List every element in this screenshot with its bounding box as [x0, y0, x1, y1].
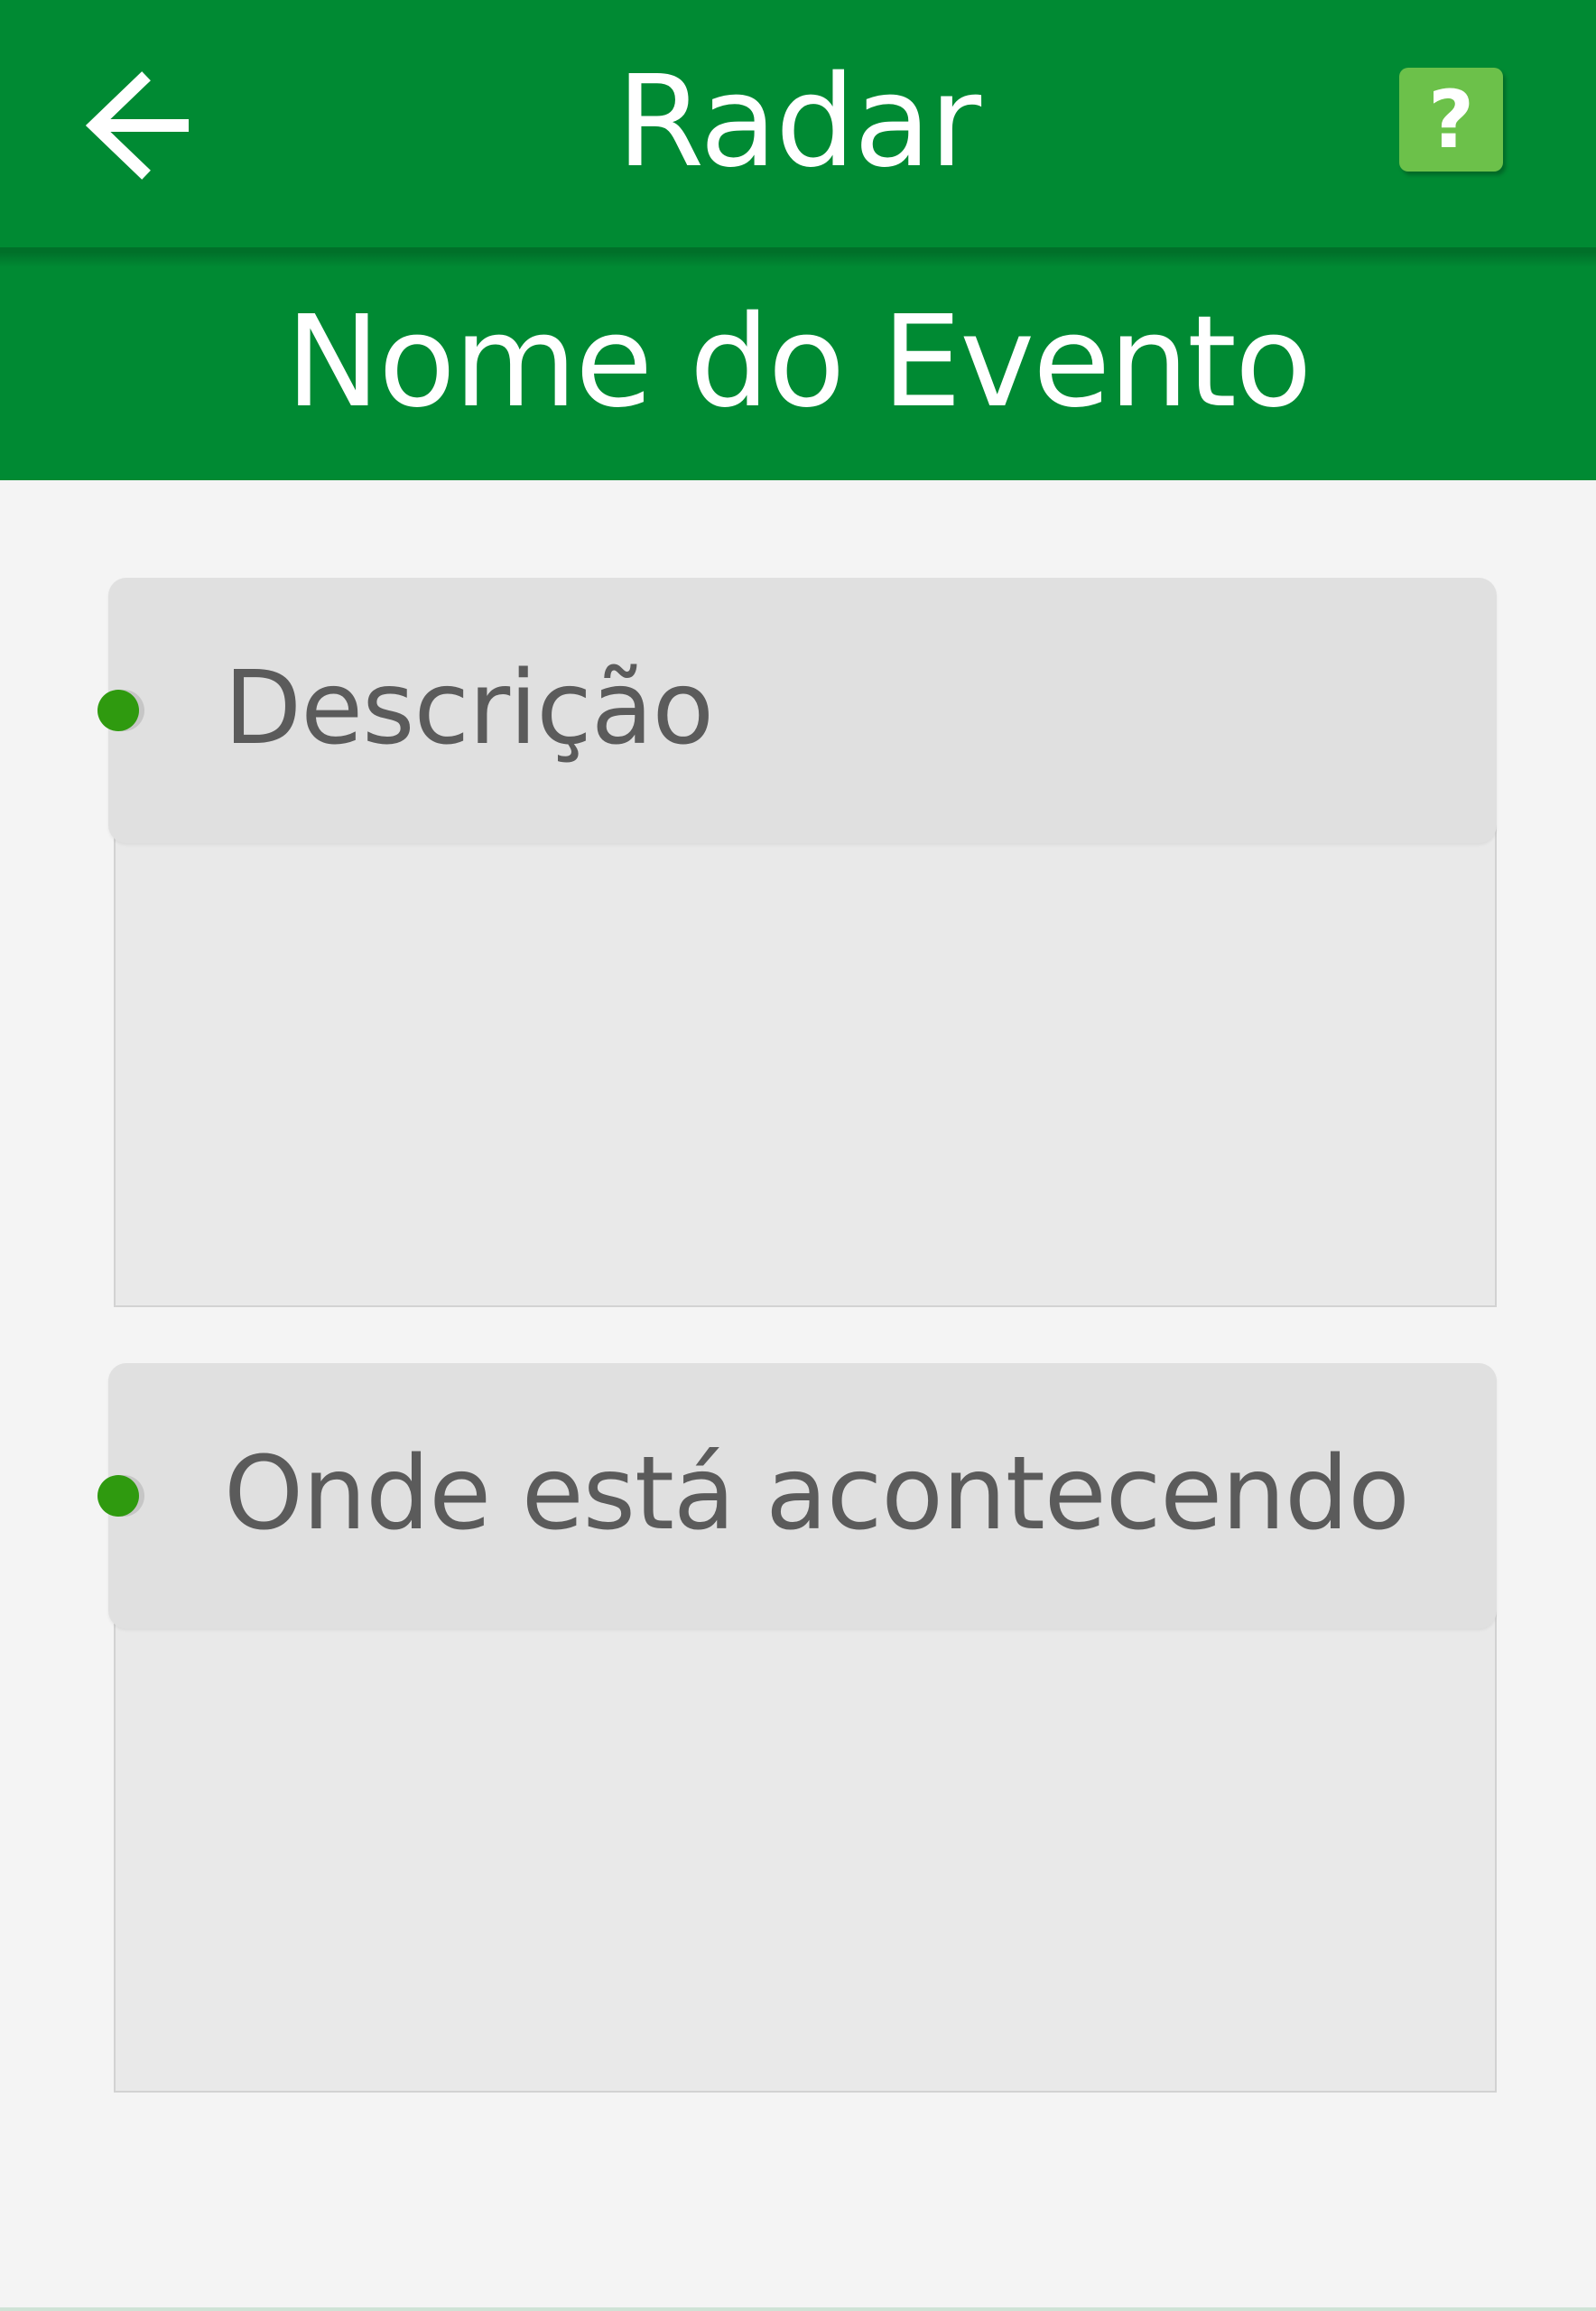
- section-label: Onde está acontecendo: [224, 1435, 1410, 1553]
- description-content[interactable]: [114, 803, 1497, 1307]
- section-label: Descrição: [224, 650, 714, 767]
- top-app-bar: Radar ?: [0, 0, 1596, 253]
- event-name: Nome do Evento: [285, 289, 1312, 436]
- location-content[interactable]: [114, 1589, 1497, 2093]
- app-title: Radar: [616, 49, 981, 196]
- bullet-dot-icon: [97, 690, 139, 731]
- event-header: Nome do Evento: [0, 267, 1596, 480]
- question-mark-icon: ?: [1427, 73, 1475, 166]
- help-button[interactable]: ?: [1399, 68, 1503, 172]
- section-header[interactable]: Onde está acontecendo: [97, 1363, 1497, 1629]
- app-screen: Radar ? Nome do Evento Descrição Onde es…: [0, 0, 1596, 2311]
- bullet-dot-icon: [97, 1475, 139, 1517]
- section-location: Onde está acontecendo: [97, 1363, 1497, 2093]
- section-header[interactable]: Descrição: [97, 578, 1497, 843]
- top-bar-shadow: [0, 253, 1596, 267]
- section-description: Descrição: [97, 578, 1497, 1307]
- bottom-divider: [0, 2307, 1596, 2311]
